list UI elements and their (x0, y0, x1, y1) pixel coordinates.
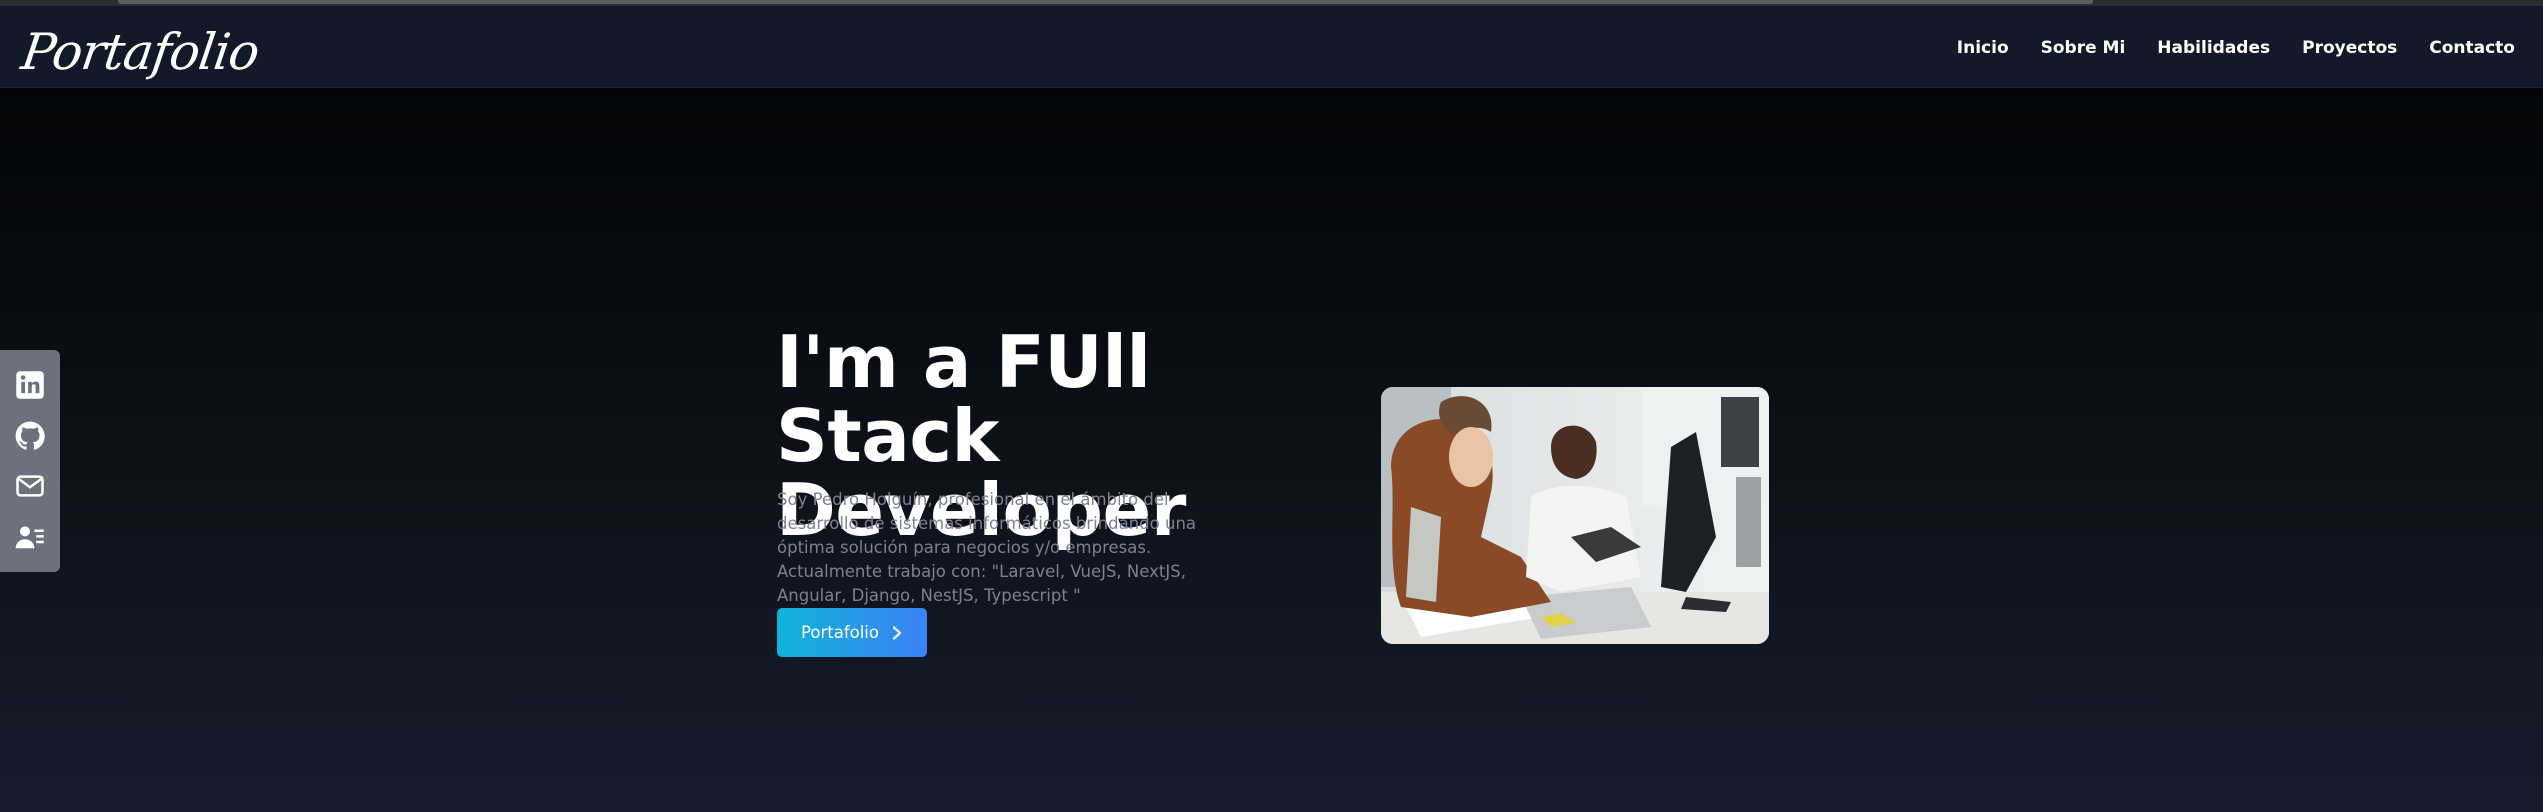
resume-icon (15, 526, 44, 548)
linkedin-icon (16, 371, 44, 399)
mail-icon (16, 475, 44, 497)
chevron-right-icon (892, 625, 902, 640)
nav-link-habilidades[interactable]: Habilidades (2157, 38, 2270, 58)
navbar: Portafolio Inicio Sobre Mi Habilidades P… (0, 6, 2543, 88)
nav-menu: Inicio Sobre Mi Habilidades Proyectos Co… (1957, 6, 2515, 90)
nav-link-sobre-mi[interactable]: Sobre Mi (2041, 38, 2126, 58)
nav-link-contacto[interactable]: Contacto (2429, 38, 2515, 58)
linkedin-link[interactable] (13, 368, 47, 402)
browser-scroll-indicator (118, 0, 2093, 4)
social-sidebar (0, 350, 60, 572)
nav-link-proyectos[interactable]: Proyectos (2302, 38, 2397, 58)
site-logo[interactable]: Portafolio (16, 10, 264, 94)
portfolio-button-label: Portafolio (801, 623, 879, 642)
github-link[interactable] (13, 419, 47, 453)
github-icon (15, 421, 45, 450)
portfolio-button[interactable]: Portafolio (777, 608, 927, 657)
resume-link[interactable] (13, 520, 47, 554)
hero-description: Soy Pedro Holguín, profesional en el ámb… (777, 490, 1197, 605)
hero-photo (1381, 387, 1769, 644)
hero-title-line1: I'm a FUll Stack (776, 320, 1151, 478)
nav-link-inicio[interactable]: Inicio (1957, 38, 2009, 58)
email-link[interactable] (13, 469, 47, 503)
